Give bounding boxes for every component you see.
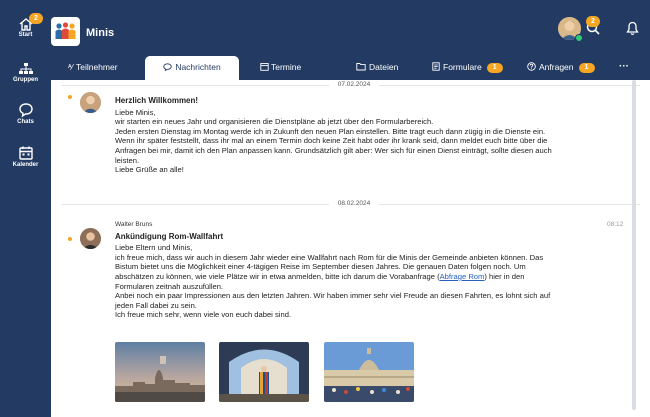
tab-nachrichten[interactable]: Nachrichten	[145, 56, 239, 80]
rome-skyline-photo	[115, 342, 205, 402]
text-segment: abschätzen zu können, wie viele Plätze w…	[115, 271, 440, 281]
text-line: jeden Fall dabei zu sein.	[115, 300, 197, 310]
nav-groups-label: Gruppen	[13, 77, 38, 83]
text-line: Jeden ersten Dienstag im Montag werde ic…	[115, 126, 546, 136]
swiss-guard-photo	[219, 342, 309, 402]
nav-start[interactable]: Start	[0, 17, 51, 38]
message-text: Liebe Minis, wir starten ein neues Jahr …	[115, 108, 627, 175]
question-icon	[527, 62, 536, 71]
text-line: Wenn ihr später feststellt, dass ihr mal…	[115, 136, 548, 146]
text-line: Liebe Minis,	[115, 107, 156, 117]
tab-formulare[interactable]: Formulare 1	[432, 56, 503, 80]
text-line: wir starten ein neues Jahr und organisie…	[115, 117, 434, 127]
author-avatar	[80, 92, 101, 113]
org-chart-icon	[18, 63, 33, 74]
tab-anfragen[interactable]: Anfragen 1	[527, 56, 595, 80]
unread-indicator	[68, 237, 72, 241]
message-content: Herzlich Willkommen! Liebe Minis, wir st…	[115, 96, 627, 175]
text-line: Anbei noch ein paar Impressionen aus den…	[115, 291, 551, 301]
tab-dateien[interactable]: Dateien	[356, 56, 398, 80]
message-text: Liebe Eltern und Minis, ich freue mich, …	[115, 243, 627, 320]
unread-indicator	[68, 95, 72, 99]
st-peters-square-photo	[324, 342, 414, 402]
tab-nachrichten-label: Nachrichten	[175, 62, 221, 72]
bell-icon[interactable]	[626, 21, 639, 36]
tab-formulare-label: Formulare	[443, 62, 482, 72]
text-line: Anfragen bei mir, damit ich den Plan anp…	[115, 145, 552, 155]
scrollbar[interactable]	[632, 80, 636, 410]
message-content: Walter Bruns Ankündigung Rom-Wallfahrt L…	[115, 220, 627, 320]
text-segment: ) hier in den	[484, 271, 525, 281]
message-title: Ankündigung Rom-Wallfahrt	[115, 231, 224, 241]
team-logo[interactable]	[51, 17, 80, 46]
tab-dateien-label: Dateien	[369, 62, 399, 72]
tab-teilnehmer[interactable]: ᴬ⁄ Teilnehmer	[68, 56, 118, 80]
author-avatar	[80, 228, 101, 249]
people-icon: ᴬ⁄	[68, 63, 73, 72]
tab-anfragen-label: Anfragen	[539, 62, 574, 72]
tab-termine-label: Termine	[271, 62, 302, 72]
calendar-icon	[18, 146, 33, 160]
app-window: Start 2 Gruppen Chats Kalender Minis 2 ᴬ…	[0, 0, 650, 417]
tab-bar: ᴬ⁄ Teilnehmer Nachrichten Termine Dateien…	[51, 56, 650, 80]
image-thumbnail-rome-skyline[interactable]	[115, 342, 205, 402]
message-title: Herzlich Willkommen!	[115, 96, 199, 105]
nav-rail: Start 2 Gruppen Chats Kalender	[0, 0, 51, 417]
text-line: ich freue mich, dass wir auch in diesem …	[115, 252, 544, 262]
tab-termine[interactable]: Termine	[260, 56, 301, 80]
message-author: Walter Bruns	[115, 221, 153, 228]
start-badge: 2	[29, 13, 43, 24]
form-icon	[432, 62, 440, 71]
date-label: 07.02.2024	[329, 80, 379, 90]
author-photo	[80, 228, 101, 249]
image-thumbnail-swiss-guard[interactable]	[219, 342, 309, 402]
nav-calendar-label: Kalender	[12, 162, 39, 168]
tab-teilnehmer-label: Teilnehmer	[75, 62, 118, 72]
message-feed: 07.02.2024 Herzlich Willkommen! Liebe Mi…	[51, 80, 650, 417]
nav-start-label: Start	[18, 32, 33, 38]
notification-badge: 2	[586, 16, 600, 27]
date-separator: 07.02.2024	[51, 80, 640, 90]
calendar-small-icon	[260, 63, 269, 71]
nav-chats-label: Chats	[17, 119, 34, 125]
text-line: Bistum bietet uns die Möglichkeit einer …	[115, 262, 526, 272]
chat-bubble-icon	[18, 103, 33, 118]
team-people-icon	[55, 22, 76, 39]
date-label: 08.02.2024	[329, 199, 379, 209]
folder-icon	[356, 63, 366, 71]
online-status-dot	[575, 34, 583, 42]
image-thumbnail-st-peters-square[interactable]	[324, 342, 414, 402]
author-photo	[80, 92, 101, 113]
text-line: Formularen zeitnah auszufüllen.	[115, 281, 224, 291]
speech-bubble-icon	[163, 63, 172, 72]
nav-chats[interactable]: Chats	[0, 102, 51, 125]
text-line: Ich freue mich sehr, wenn viele von euch…	[115, 310, 292, 320]
team-name: Minis	[86, 27, 115, 39]
text-line: leisten.	[115, 155, 140, 165]
date-separator: 08.02.2024	[51, 199, 640, 209]
formulare-badge: 1	[486, 62, 503, 73]
abfrage-rom-link[interactable]: Abfrage Rom	[440, 272, 485, 281]
text-line: Liebe Grüße an alle!	[115, 165, 184, 175]
anfragen-badge: 1	[578, 62, 595, 73]
more-icon: ···	[619, 61, 629, 72]
nav-groups[interactable]: Gruppen	[0, 62, 51, 83]
nav-calendar[interactable]: Kalender	[0, 145, 51, 168]
tab-more[interactable]: ···	[619, 56, 629, 80]
text-line: Liebe Eltern und Minis,	[115, 243, 193, 253]
text-line: abschätzen zu können, wie viele Plätze w…	[115, 272, 627, 282]
